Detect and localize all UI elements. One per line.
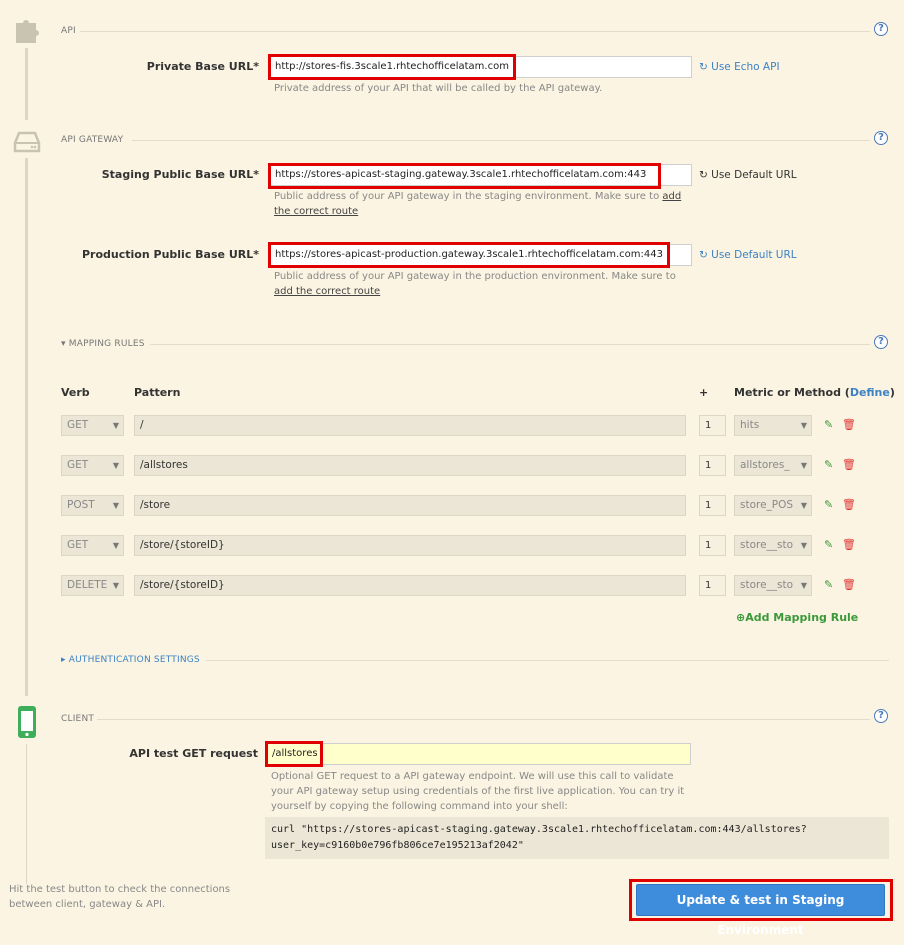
help-icon[interactable]: ? (874, 22, 888, 36)
section-divider (132, 140, 870, 141)
help-icon[interactable]: ? (874, 709, 888, 723)
caret-down-icon: ▾ (61, 339, 66, 349)
production-base-url-hint: Public address of your API gateway in th… (274, 271, 676, 297)
verb-select[interactable]: POST ▼ (61, 495, 124, 516)
chevron-down-icon: ▼ (112, 541, 119, 550)
update-test-staging-button[interactable]: Update & test in Staging Environment (636, 884, 885, 937)
delta-input[interactable]: 1 (699, 535, 726, 556)
metric-select[interactable]: store__sto ▼ (734, 535, 812, 556)
api-test-request-input[interactable]: /allstores (267, 743, 691, 765)
section-title-client: CLIENT (61, 714, 95, 724)
server-icon (12, 126, 42, 158)
delta-input[interactable]: 1 (699, 495, 726, 516)
trash-icon[interactable]: 🗑 (842, 418, 856, 431)
add-mapping-rule-button[interactable]: ⊕Add Mapping Rule (736, 611, 858, 624)
metric-select[interactable]: store__sto ▼ (734, 575, 812, 596)
pattern-input[interactable]: /allstores (134, 455, 686, 476)
chevron-down-icon: ▼ (112, 501, 119, 510)
define-link[interactable]: Define (850, 386, 890, 399)
chevron-down-icon: ▼ (112, 581, 119, 590)
private-base-url-input[interactable]: http://stores-fis.3scale1.rhtechofficela… (270, 56, 692, 78)
section-title-api: API (61, 26, 76, 36)
curl-command[interactable]: curl "https://stores-apicast-staging.gat… (265, 817, 889, 859)
footer-hint: Hit the test button to check the connect… (9, 884, 231, 910)
metric-select[interactable]: hits ▼ (734, 415, 812, 436)
caret-right-icon: ▸ (61, 655, 66, 665)
pencil-icon[interactable]: ✎ (824, 418, 833, 431)
section-title-auth[interactable]: ▸ AUTHENTICATION SETTINGS (61, 655, 200, 665)
chevron-down-icon: ▼ (800, 541, 807, 550)
chevron-down-icon: ▼ (112, 421, 119, 430)
help-icon[interactable]: ? (874, 335, 888, 349)
chevron-down-icon: ▼ (800, 461, 807, 470)
pattern-input[interactable]: / (134, 415, 686, 436)
use-echo-api-link[interactable]: ↻ Use Echo API (699, 61, 780, 73)
col-head-plus: + (699, 386, 709, 399)
pattern-input[interactable]: /store/{storeID} (134, 575, 686, 596)
verb-select[interactable]: DELETE ▼ (61, 575, 124, 596)
section-title-gateway: API GATEWAY (61, 135, 124, 145)
mobile-phone-icon (12, 706, 42, 738)
production-base-url-label: Production Public Base URL* (82, 248, 259, 261)
trash-icon[interactable]: 🗑 (842, 458, 856, 471)
trash-icon[interactable]: 🗑 (842, 538, 856, 551)
curl-line: user_key=c9160b0e796fb806ce7e195213af204… (271, 840, 524, 851)
verb-select[interactable]: GET ▼ (61, 455, 124, 476)
pencil-icon[interactable]: ✎ (824, 458, 833, 471)
production-base-url-input[interactable]: https://stores-apicast-production.gatewa… (270, 244, 692, 266)
private-base-url-label: Private Base URL* (146, 60, 259, 73)
refresh-icon: ↻ (699, 61, 708, 73)
verb-select[interactable]: GET ▼ (61, 535, 124, 556)
plus-circle-icon: ⊕ (736, 611, 746, 624)
refresh-icon: ↻ (699, 169, 708, 181)
add-route-link[interactable]: add the correct route (274, 286, 380, 297)
staging-base-url-label: Staging Public Base URL* (101, 168, 259, 181)
col-head-metric: Metric or Method (Define) (734, 386, 895, 399)
section-divider (80, 31, 870, 32)
staging-base-url-hint: Public address of your API gateway in th… (274, 191, 682, 217)
chevron-down-icon: ▼ (112, 461, 119, 470)
metric-select[interactable]: store_POS ▼ (734, 495, 812, 516)
staging-base-url-input[interactable]: https://stores-apicast-staging.gateway.3… (270, 164, 692, 186)
refresh-icon: ↻ (699, 249, 708, 261)
timeline-rail (26, 744, 27, 884)
pencil-icon[interactable]: ✎ (824, 498, 833, 511)
puzzle-icon (12, 14, 42, 46)
use-default-url-staging[interactable]: ↻ Use Default URL (699, 169, 797, 181)
use-default-url-production[interactable]: ↻ Use Default URL (699, 249, 797, 261)
pattern-input[interactable]: /store (134, 495, 686, 516)
chevron-down-icon: ▼ (800, 581, 807, 590)
pencil-icon[interactable]: ✎ (824, 538, 833, 551)
private-base-url-hint: Private address of your API that will be… (274, 83, 603, 94)
chevron-down-icon: ▼ (800, 421, 807, 430)
timeline-rail (25, 158, 28, 696)
section-divider (150, 344, 870, 345)
section-title-mapping[interactable]: ▾ MAPPING RULES (61, 339, 145, 349)
pencil-icon[interactable]: ✎ (824, 578, 833, 591)
trash-icon[interactable]: 🗑 (842, 498, 856, 511)
col-head-verb: Verb (61, 386, 90, 399)
curl-line: curl "https://stores-apicast-staging.gat… (271, 824, 807, 835)
api-test-request-label: API test GET request (129, 747, 258, 760)
delta-input[interactable]: 1 (699, 415, 726, 436)
section-divider (97, 719, 870, 720)
metric-select[interactable]: allstores_ ▼ (734, 455, 812, 476)
trash-icon[interactable]: 🗑 (842, 578, 856, 591)
api-test-request-hint: Optional GET request to a API gateway en… (271, 771, 685, 812)
verb-select[interactable]: GET ▼ (61, 415, 124, 436)
col-head-pattern: Pattern (134, 386, 181, 399)
delta-input[interactable]: 1 (699, 575, 726, 596)
help-icon[interactable]: ? (874, 131, 888, 145)
timeline-rail (25, 48, 28, 120)
chevron-down-icon: ▼ (800, 501, 807, 510)
section-divider (206, 660, 889, 661)
delta-input[interactable]: 1 (699, 455, 726, 476)
pattern-input[interactable]: /store/{storeID} (134, 535, 686, 556)
